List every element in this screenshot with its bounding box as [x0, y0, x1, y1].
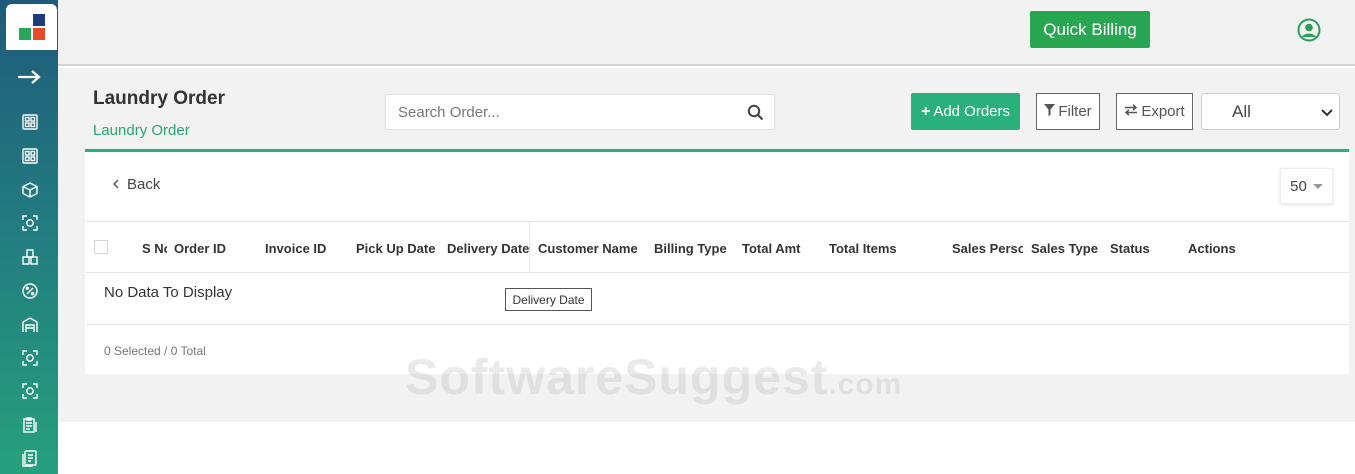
breadcrumb[interactable]: Laundry Order: [93, 122, 190, 139]
chevron-left-icon: [113, 176, 119, 193]
top-bar: Quick Billing: [58, 0, 1355, 66]
percent-badge-icon[interactable]: [21, 282, 39, 300]
column-header: Actions: [1188, 241, 1236, 256]
inventory-icon[interactable]: [21, 248, 39, 266]
column-tooltip: Delivery Date: [505, 288, 592, 311]
search-box: [385, 94, 775, 130]
column-header[interactable]: Delivery Date: [447, 241, 529, 256]
scan-icon[interactable]: [21, 349, 39, 367]
sidebar: [0, 0, 58, 474]
select-all-checkbox[interactable]: [94, 240, 108, 254]
logo-mark: [17, 12, 47, 42]
clipboard-icon[interactable]: [21, 416, 39, 434]
column-header[interactable]: Total Amt: [742, 241, 822, 256]
watermark: SoftwareSuggest.com: [405, 348, 902, 406]
caret-down-icon: [1312, 183, 1323, 189]
empty-state-message: No Data To Display: [104, 284, 233, 301]
dashboard-icon[interactable]: [21, 113, 39, 131]
warehouse-icon[interactable]: [21, 316, 39, 334]
column-header[interactable]: Sales Person: [952, 241, 1023, 256]
export-label: Export: [1141, 103, 1185, 120]
status-select[interactable]: All: [1201, 93, 1340, 130]
quick-billing-button[interactable]: Quick Billing: [1030, 11, 1150, 48]
scan-icon[interactable]: [21, 214, 39, 232]
column-header[interactable]: Pick Up Date: [356, 241, 441, 256]
box-icon[interactable]: [21, 181, 39, 199]
column-header[interactable]: Customer Name: [538, 241, 648, 256]
column-header[interactable]: Status: [1110, 241, 1170, 256]
user-circle-icon[interactable]: [1297, 18, 1321, 42]
back-button[interactable]: Back: [113, 176, 160, 193]
selection-summary: 0 Selected / 0 Total: [104, 344, 206, 358]
column-header[interactable]: Order ID: [174, 241, 254, 256]
table-footer-divider: [85, 324, 1349, 325]
orders-card: Back 50 S No Order ID Invoice ID Pick Up…: [85, 149, 1349, 374]
scan-icon[interactable]: [21, 382, 39, 400]
column-header[interactable]: Invoice ID: [265, 241, 345, 256]
search-icon[interactable]: [747, 104, 764, 121]
filter-label: Filter: [1058, 103, 1092, 120]
add-orders-button[interactable]: + Add Orders: [911, 93, 1020, 130]
column-divider: [529, 222, 530, 272]
watermark-suffix: .com: [828, 368, 903, 401]
table-header: S No Order ID Invoice ID Pick Up Date De…: [85, 221, 1349, 273]
brand-logo[interactable]: [6, 4, 57, 50]
arrow-right-icon[interactable]: [0, 62, 58, 92]
column-header[interactable]: S No: [142, 241, 167, 256]
filter-button[interactable]: Filter: [1036, 93, 1100, 130]
column-header[interactable]: Billing Type: [654, 241, 739, 256]
dashboard-icon[interactable]: [21, 147, 39, 165]
column-header[interactable]: Sales Type: [1031, 241, 1106, 256]
chevron-down-icon: [1321, 102, 1333, 122]
swap-arrows-icon: [1124, 103, 1138, 120]
status-select-value: All: [1232, 101, 1251, 121]
page-title: Laundry Order: [93, 88, 225, 109]
watermark-text: SoftwareSuggest: [405, 349, 829, 405]
back-label: Back: [127, 176, 161, 193]
page-size-value: 50: [1290, 177, 1307, 195]
plus-icon: +: [920, 102, 931, 120]
document-icon[interactable]: [21, 449, 39, 467]
add-orders-label: Add Orders: [933, 103, 1011, 120]
search-input[interactable]: [386, 95, 726, 129]
column-header[interactable]: Total Items: [829, 241, 929, 256]
export-button[interactable]: Export: [1116, 93, 1193, 130]
page-size-select[interactable]: 50: [1280, 168, 1333, 204]
funnel-icon: [1044, 103, 1056, 120]
